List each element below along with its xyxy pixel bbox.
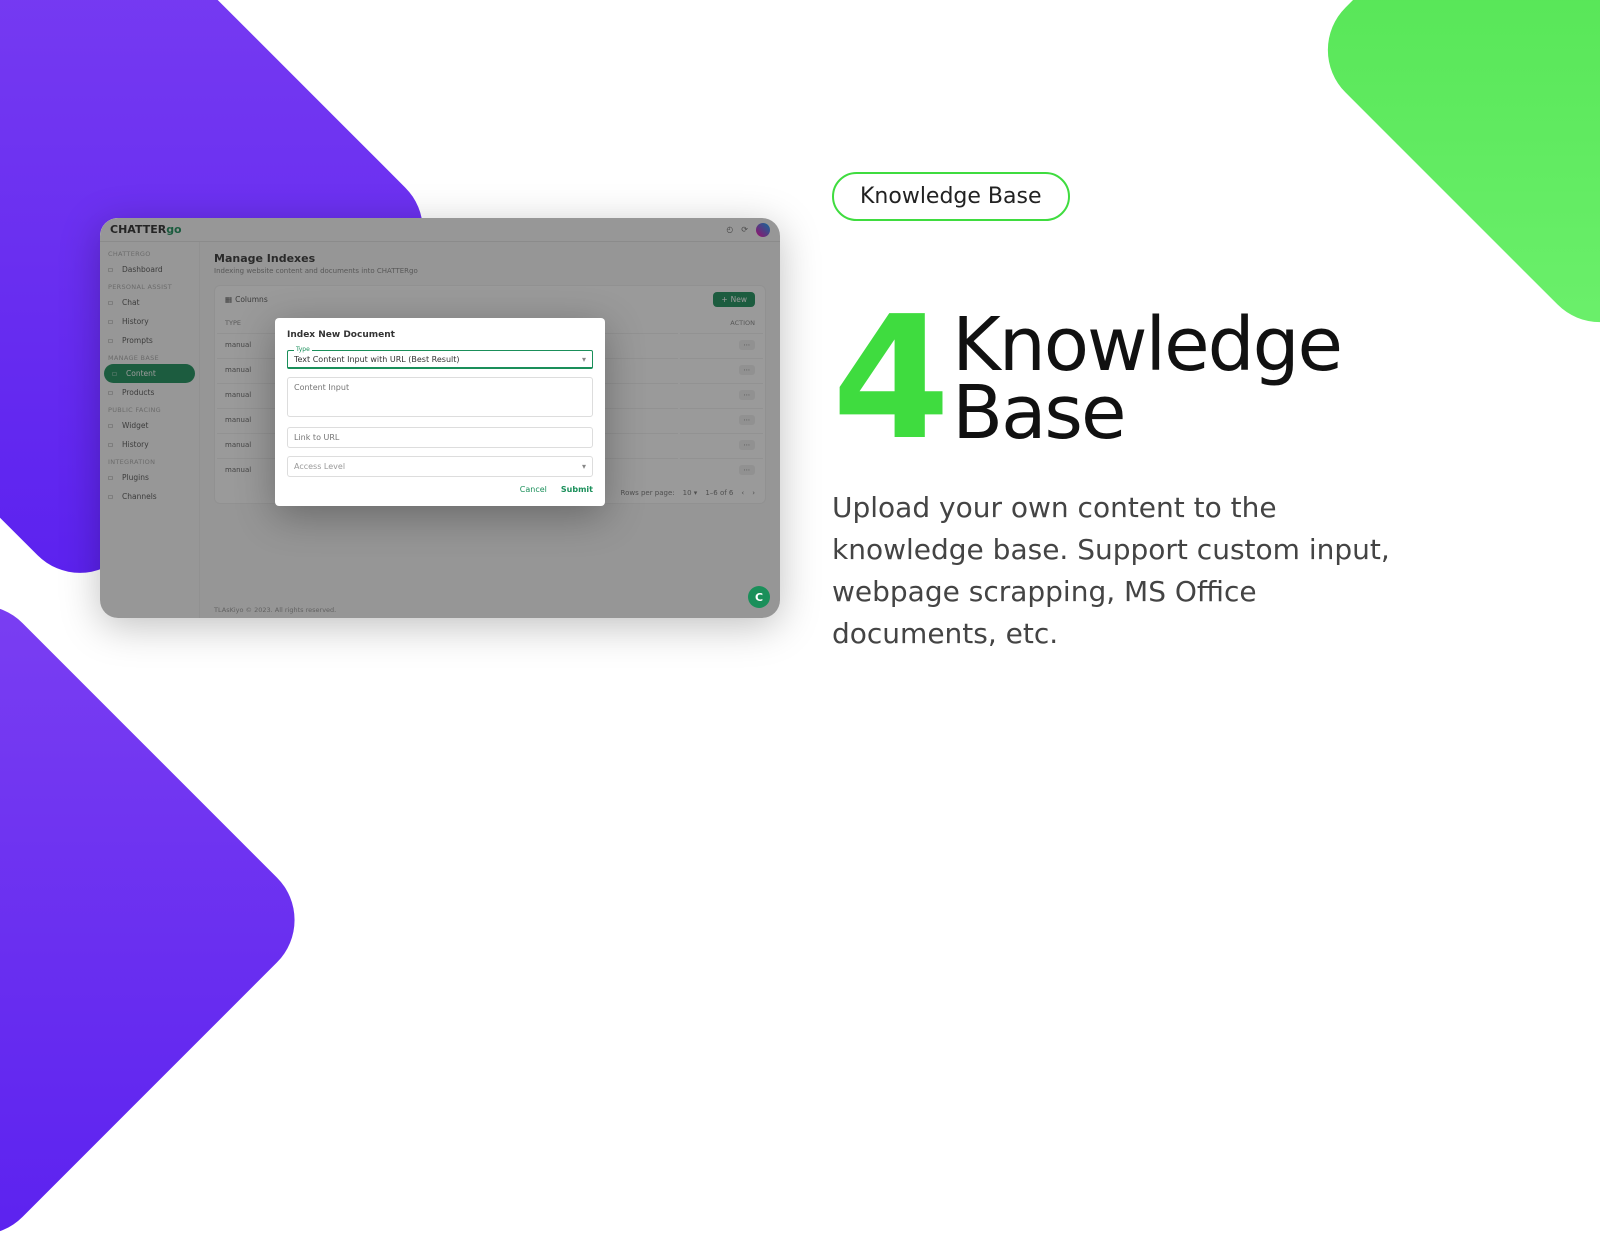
logo-text-a: CHATTER [110, 223, 166, 236]
row-action-button[interactable]: ⋯ [739, 390, 756, 400]
sidebar-item-plugins[interactable]: ▫ Plugins [100, 468, 199, 487]
pager-next-icon[interactable]: › [752, 489, 755, 497]
type-select[interactable]: Type Text Content Input with URL (Best R… [287, 350, 593, 369]
row-action-button[interactable]: ⋯ [739, 465, 756, 475]
chat-icon: ▫ [108, 298, 117, 307]
cell-action: ⋯ [680, 408, 763, 431]
row-action-button[interactable]: ⋯ [739, 440, 756, 450]
row-action-button[interactable]: ⋯ [739, 365, 756, 375]
row-action-button[interactable]: ⋯ [739, 415, 756, 425]
plus-icon: + [721, 295, 727, 304]
sidebar-item-label: History [122, 440, 149, 449]
pager-prev-icon[interactable]: ‹ [741, 489, 744, 497]
box-icon: ▫ [108, 388, 117, 397]
access-level-select[interactable]: Access Level [287, 456, 593, 477]
modal-title: Index New Document [287, 330, 593, 340]
hero-title-line1: Knowledge [952, 311, 1341, 379]
sidebar-section-label: PERSONAL ASSIST [100, 279, 199, 293]
sidebar-item-content[interactable]: ▫ Content [104, 364, 195, 383]
category-pill: Knowledge Base [832, 172, 1070, 221]
page-subtitle: Indexing website content and documents i… [214, 267, 766, 275]
columns-label: Columns [235, 295, 268, 304]
doc-icon: ▫ [112, 369, 121, 378]
chat-fab[interactable]: C [748, 586, 770, 608]
cell-action: ⋯ [680, 333, 763, 356]
type-select-value: Text Content Input with URL (Best Result… [294, 355, 586, 364]
row-action-button[interactable]: ⋯ [739, 340, 756, 350]
app-header: CHATTERgo ◴ ⟳ [100, 218, 780, 242]
sidebar-item-widget[interactable]: ▫ Widget [100, 416, 199, 435]
hero-title-line2: Base [952, 379, 1341, 447]
header-icons: ◴ ⟳ [726, 223, 770, 237]
index-new-document-modal: Index New Document Type Text Content Inp… [275, 318, 605, 506]
hero-title: Knowledge Base [952, 311, 1341, 447]
sidebar: CHATTERGO▫DashboardPERSONAL ASSIST▫Chat▫… [100, 242, 200, 618]
clock-icon[interactable]: ◴ [726, 225, 733, 234]
type-select-label: Type [294, 346, 312, 353]
footer-text: TLAsKiyo © 2023. All rights reserved. [214, 606, 336, 614]
marketing-panel: Knowledge Base 4 Knowledge Base Upload y… [832, 172, 1492, 655]
sidebar-item-label: Chat [122, 298, 140, 307]
sidebar-item-label: Dashboard [122, 265, 163, 274]
pager-label: Rows per page: [621, 489, 675, 497]
sidebar-item-history[interactable]: ▫ History [100, 312, 199, 331]
cell-action: ⋯ [680, 458, 763, 481]
sidebar-section-label: MANAGE BASE [100, 350, 199, 364]
plug-icon: ▫ [108, 473, 117, 482]
cell-action: ⋯ [680, 383, 763, 406]
sidebar-item-prompts[interactable]: ▫ Prompts [100, 331, 199, 350]
app-window: CHATTERgo ◴ ⟳ CHATTERGO ▫ Dashboard PERSONA… [100, 218, 780, 618]
sidebar-item-history[interactable]: ▫ History [100, 435, 199, 454]
sidebar-item-label: Channels [122, 492, 157, 501]
content-input[interactable] [287, 377, 593, 417]
refresh-icon[interactable]: ⟳ [741, 225, 748, 234]
columns-icon: ▦ [225, 295, 232, 304]
cell-action: ⋯ [680, 358, 763, 381]
step-number: 4 [832, 311, 944, 447]
broadcast-icon: ▫ [108, 492, 117, 501]
sidebar-section-label: INTEGRATION [100, 454, 199, 468]
th-action: ACTION [680, 315, 763, 331]
sidebar-item-channels[interactable]: ▫ Channels [100, 487, 199, 506]
sidebar-item-dashboard[interactable]: ▫ Dashboard [100, 260, 199, 279]
logo-text-b: go [166, 223, 181, 236]
submit-button[interactable]: Submit [561, 485, 593, 494]
clock-icon: ▫ [108, 440, 117, 449]
chat-fab-icon: C [755, 591, 763, 604]
pager-range: 1–6 of 6 [705, 489, 733, 497]
app-logo: CHATTERgo [110, 223, 182, 236]
hero-row: 4 Knowledge Base [832, 311, 1492, 447]
sidebar-item-chat[interactable]: ▫ Chat [100, 293, 199, 312]
sidebar-item-label: Content [126, 369, 156, 378]
clock-icon: ▫ [108, 317, 117, 326]
sidebar-section-label: PUBLIC FACING [100, 402, 199, 416]
sidebar-item-label: Plugins [122, 473, 149, 482]
sidebar-item-label: Prompts [122, 336, 153, 345]
hero-description: Upload your own content to the knowledge… [832, 487, 1392, 655]
home-icon: ▫ [108, 265, 117, 274]
new-label: New [731, 295, 747, 304]
cell-action: ⋯ [680, 433, 763, 456]
columns-button[interactable]: ▦Columns [225, 295, 268, 304]
pager-size-select[interactable]: 10 ▾ [683, 489, 698, 497]
avatar[interactable] [756, 223, 770, 237]
new-button[interactable]: + New [713, 292, 755, 307]
page-title: Manage Indexes [214, 252, 766, 265]
cancel-button[interactable]: Cancel [520, 485, 547, 494]
sidebar-section-label: CHATTERGO [100, 246, 199, 260]
widget-icon: ▫ [108, 421, 117, 430]
sidebar-item-products[interactable]: ▫ Products [100, 383, 199, 402]
tag-icon: ▫ [108, 336, 117, 345]
url-input[interactable] [287, 427, 593, 448]
sidebar-item-label: History [122, 317, 149, 326]
sidebar-item-label: Widget [122, 421, 148, 430]
sidebar-item-label: Products [122, 388, 154, 397]
bg-shape-purple-bottom [0, 581, 319, 1259]
